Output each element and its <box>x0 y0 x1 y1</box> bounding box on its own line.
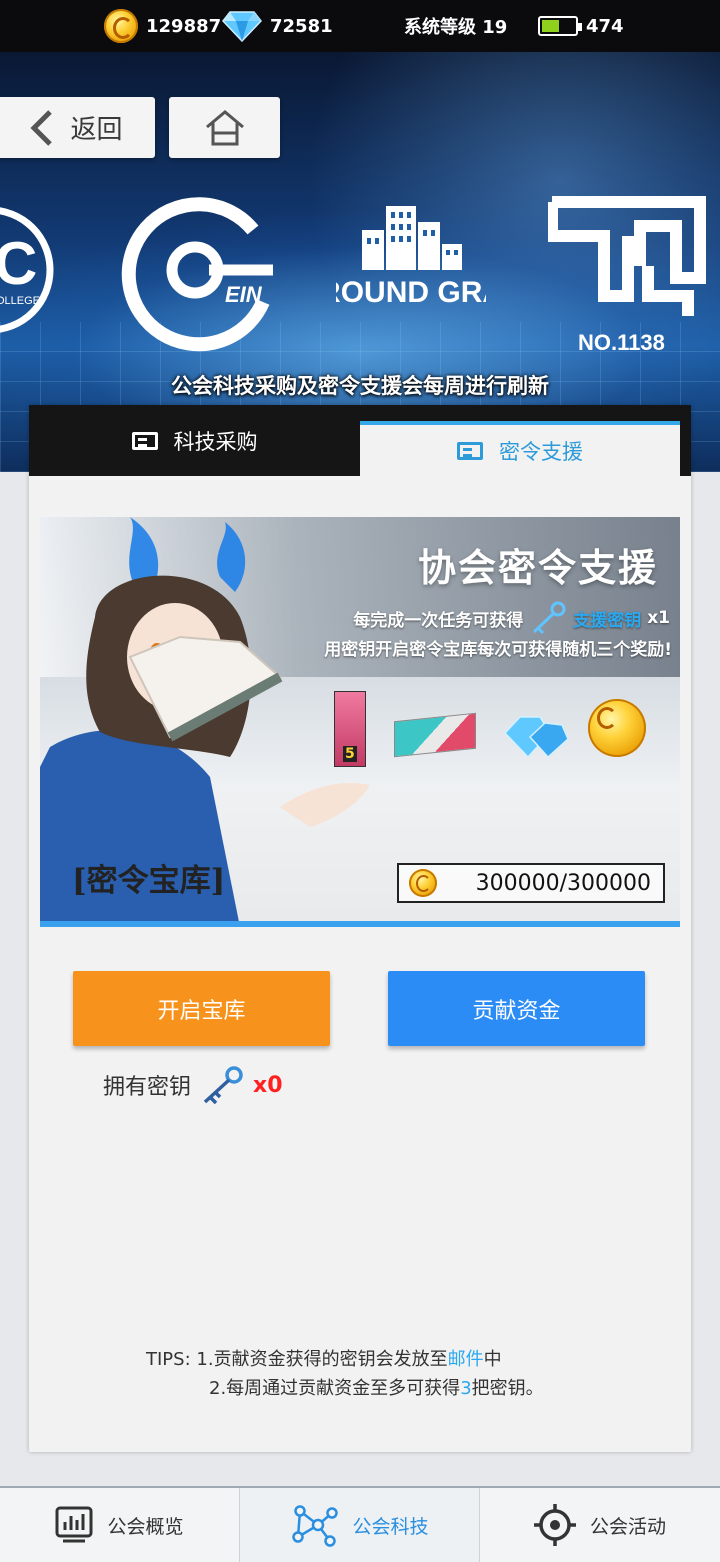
chevron-left-icon <box>30 109 53 146</box>
key-icon <box>533 601 566 635</box>
weekly-refresh-notice: 公会科技采购及密令支援会每周进行刷新 <box>171 374 549 398</box>
promo-line-2: 用密钥开启密令宝库每次可获得随机三个奖励! <box>324 640 672 660</box>
svg-text:GROUND GRAY.: GROUND GRAY. <box>336 276 486 309</box>
back-button[interactable]: 返回 <box>0 97 155 158</box>
promo-line-1: 每完成一次任务可获得 支援密钥 x1 <box>353 601 670 635</box>
diamond-amount: 72581 <box>270 15 333 37</box>
coin-icon <box>409 869 437 897</box>
home-icon <box>205 109 244 145</box>
college-logo: C OLLEGE <box>0 207 54 333</box>
nav-guild-events[interactable]: 公会活动 <box>480 1488 720 1562</box>
tips-line-1: TIPS: 1.贡献资金获得的密钥会发放至邮件中 <box>146 1349 502 1370</box>
card-icon <box>457 441 483 460</box>
vault-label: [密令宝库] <box>72 863 226 899</box>
tab-bar: 科技采购 密令支援 <box>29 405 691 476</box>
promo-title: 协会密令支援 <box>417 545 658 590</box>
reward-items: 5 <box>330 691 680 771</box>
back-label: 返回 <box>70 115 123 145</box>
reward-card: 5 <box>334 691 366 767</box>
fund-progress: 300000/300000 <box>397 863 665 903</box>
home-button[interactable] <box>169 97 280 158</box>
coin-amount: 129887 <box>146 15 222 37</box>
coin-counter: 129887 <box>104 0 221 52</box>
contribute-funds-button[interactable]: 贡献资金 <box>388 971 645 1046</box>
tips: TIPS: 1.贡献资金获得的密钥会发放至邮件中 2.每周通过贡献资金至多可获得… <box>146 1345 544 1403</box>
tab-tech-purchase-label: 科技采购 <box>173 429 258 454</box>
diamond-counter: 72581 <box>222 0 333 52</box>
nav-guild-overview[interactable]: 公会概览 <box>0 1488 240 1562</box>
ground-gray-logo: GROUND GRAY. <box>336 206 486 309</box>
keys-count: x0 <box>253 1072 283 1098</box>
tips-line-2: 2.每周通过贡献资金至多可获得3把密钥。 <box>209 1378 544 1399</box>
system-level-text: 系统等级 19 <box>404 17 508 38</box>
key-icon <box>203 1066 243 1105</box>
no1138-logo: NO.1138 <box>548 196 706 355</box>
tab-secret-support-label: 密令支援 <box>499 439 583 464</box>
nav-guild-events-label: 公会活动 <box>589 1515 666 1538</box>
secret-vault-banner: 协会密令支援 每完成一次任务可获得 支援密钥 x1 用密钥开启密令宝库每次可获得随… <box>40 517 680 927</box>
energy-amount: 474 <box>586 15 624 37</box>
contribute-funds-label: 贡献资金 <box>472 998 561 1024</box>
energy-counter: 474 <box>538 0 624 52</box>
chart-icon <box>55 1506 93 1543</box>
status-bar: 129887 72581 系统等级 19 474 <box>0 0 720 52</box>
fund-progress-value: 300000/300000 <box>475 870 651 896</box>
tab-tech-purchase[interactable]: 科技采购 <box>29 405 360 476</box>
diamond-pile-icon <box>503 716 569 759</box>
diamond-icon <box>222 11 262 42</box>
nav-guild-tech-label: 公会科技 <box>352 1515 429 1538</box>
svg-text:EIN: EIN <box>225 282 263 307</box>
bottom-nav: 公会概览 公会科技 公会活动 <box>0 1486 720 1562</box>
open-vault-button[interactable]: 开启宝库 <box>73 971 330 1046</box>
svg-text:OLLEGE: OLLEGE <box>0 295 40 307</box>
mail-link: 邮件 <box>447 1349 484 1370</box>
nav-guild-tech[interactable]: 公会科技 <box>240 1488 480 1562</box>
card-icon <box>131 431 158 450</box>
svg-text:NO.1138: NO.1138 <box>578 330 665 355</box>
network-icon <box>292 1505 339 1547</box>
tab-secret-support[interactable]: 密令支援 <box>360 421 680 476</box>
keys-owned-label: 拥有密钥 <box>103 1075 192 1100</box>
ein-logo: EIN <box>121 197 273 352</box>
target-icon <box>533 1504 576 1546</box>
coin-icon <box>104 9 138 43</box>
svg-text:C: C <box>0 230 37 297</box>
gold-coin-icon <box>588 699 646 757</box>
nav-guild-overview-label: 公会概览 <box>107 1515 184 1538</box>
keys-owned: 拥有密钥 x0 <box>103 1065 283 1105</box>
reward-tickets <box>394 712 476 758</box>
main-panel: 科技采购 密令支援 协会密令支援 每完成一次任务可获得 支援密钥 x1 用密钥开… <box>29 405 691 1452</box>
system-level: 系统等级 19 <box>404 0 507 52</box>
battery-icon <box>538 16 582 36</box>
reward-badge: 5 <box>343 746 357 762</box>
open-vault-label: 开启宝库 <box>157 998 246 1024</box>
